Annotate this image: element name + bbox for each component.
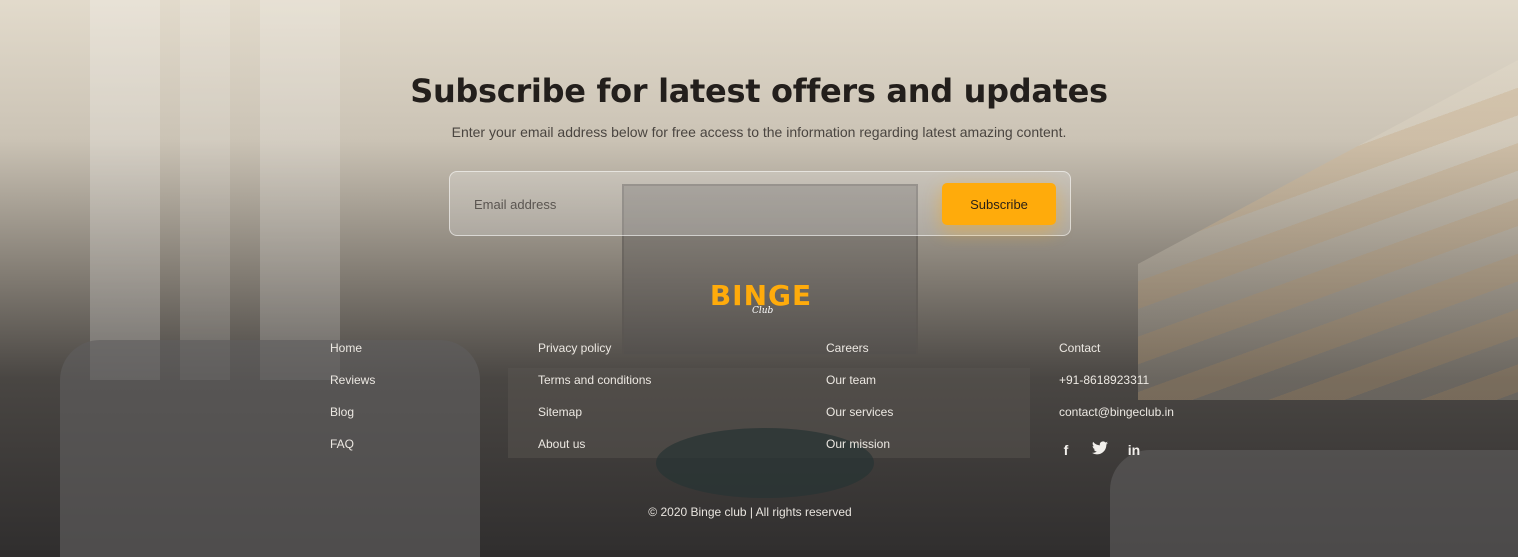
- footer-link-mission[interactable]: Our mission: [826, 436, 893, 468]
- subscribe-subtext: Enter your email address below for free …: [451, 124, 1067, 140]
- footer-link-privacy[interactable]: Privacy policy: [538, 340, 651, 372]
- footer-link-about[interactable]: About us: [538, 436, 651, 468]
- footer-contact: Contact +91-8618923311 contact@bingeclub…: [1059, 340, 1174, 436]
- linkedin-icon[interactable]: in: [1125, 441, 1143, 459]
- footer-link-home[interactable]: Home: [330, 340, 375, 372]
- footer-links-legal: Privacy policy Terms and conditions Site…: [538, 340, 651, 468]
- copyright-text: © 2020 Binge club | All rights reserved: [648, 505, 852, 519]
- footer-links-company: Careers Our team Our services Our missio…: [826, 340, 893, 468]
- footer-link-faq[interactable]: FAQ: [330, 436, 375, 468]
- footer-link-services[interactable]: Our services: [826, 404, 893, 436]
- contact-phone[interactable]: +91-8618923311: [1059, 372, 1174, 404]
- sofa-decor: [60, 340, 480, 557]
- curtain-decor: [180, 0, 230, 380]
- footer-link-reviews[interactable]: Reviews: [330, 372, 375, 404]
- footer-link-careers[interactable]: Careers: [826, 340, 893, 372]
- logo-subtitle: Club: [752, 306, 774, 316]
- sofa-decor: [1110, 450, 1518, 557]
- footer-link-team[interactable]: Our team: [826, 372, 893, 404]
- curtain-decor: [260, 0, 340, 380]
- social-links: f in: [1057, 441, 1143, 459]
- contact-email[interactable]: contact@bingeclub.in: [1059, 404, 1174, 436]
- contact-title: Contact: [1059, 341, 1101, 355]
- footer-link-terms[interactable]: Terms and conditions: [538, 372, 651, 404]
- subscribe-form: Subscribe: [449, 171, 1071, 236]
- curtain-decor: [90, 0, 160, 380]
- brand-logo[interactable]: BINGE Club: [706, 280, 816, 320]
- subscribe-section: Subscribe for latest offers and updates …: [0, 72, 1518, 140]
- footer-link-sitemap[interactable]: Sitemap: [538, 404, 651, 436]
- subscribe-button[interactable]: Subscribe: [942, 183, 1056, 225]
- subscribe-headline: Subscribe for latest offers and updates: [410, 72, 1108, 110]
- email-input[interactable]: [464, 184, 944, 224]
- footer-links-main: Home Reviews Blog FAQ: [330, 340, 375, 468]
- twitter-icon[interactable]: [1091, 441, 1109, 459]
- footer-link-blog[interactable]: Blog: [330, 404, 375, 436]
- facebook-icon[interactable]: f: [1057, 441, 1075, 459]
